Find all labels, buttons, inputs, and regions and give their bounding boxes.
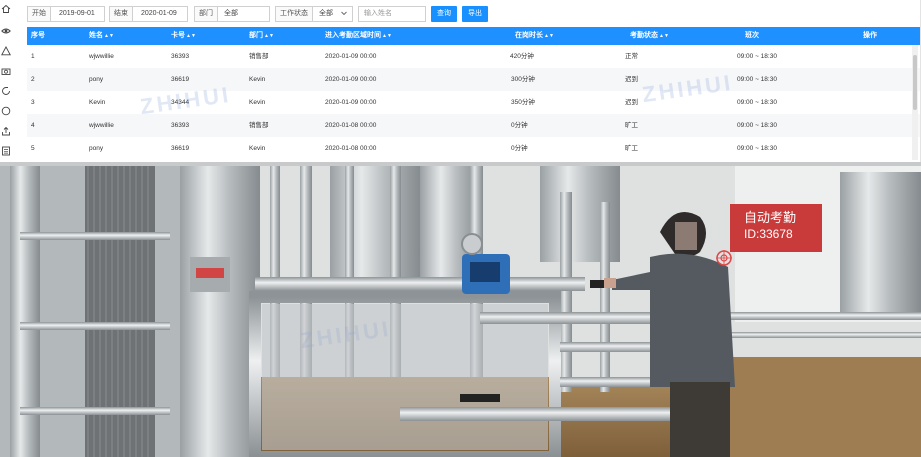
cell-entry-time: 2020-01-08 00:00 [325,145,377,152]
end-date-field[interactable]: 结束 2020-01-09 [109,6,188,22]
col-header-card[interactable]: 卡号▲▼ [171,27,196,45]
cell-dept: Kevin [249,76,266,83]
cell-name: wjwwillie [89,53,114,60]
col-header-entry-time[interactable]: 进入考勤区域时间▲▼ [325,27,392,45]
table-row[interactable]: 4 wjwwillie 36393 销售部 2020-01-08 00:00 0… [27,114,920,137]
badge-id: ID:33678 [744,227,793,241]
cell-status: 迟到 [625,99,638,106]
cell-duration: 350分钟 [511,99,535,106]
cell-status: 旷工 [625,122,638,129]
sort-icon: ▲▼ [382,33,392,39]
cell-dept: Kevin [249,145,266,152]
col-header-duration[interactable]: 在岗时长▲▼ [515,27,554,45]
table-header: 序号 姓名▲▼ 卡号▲▼ 部门▲▼ 进入考勤区域时间▲▼ 在岗时长▲▼ 考勤状态… [27,27,920,45]
col-header-actions: 操作 [863,32,877,39]
query-button[interactable]: 查询 [431,6,457,22]
camera-feed: 自动考勤 ID:33678 ZHIHUI [0,162,921,457]
attendance-panel: 开始 2019-09-01 结束 2020-01-09 部门 全部 工作状态 全… [12,0,921,163]
department-value: 全部 [224,10,238,17]
refresh-icon[interactable] [1,86,11,96]
cell-status: 迟到 [625,76,638,83]
camera-icon[interactable] [1,66,11,76]
sort-icon: ▲▼ [544,33,554,39]
col-header-shift[interactable]: 班次 [745,27,759,45]
cell-card: 36619 [171,145,190,152]
end-date-label: 结束 [110,7,133,21]
start-date-value: 2019-09-01 [59,10,95,17]
name-search-input[interactable]: 输入姓名 [358,6,426,22]
sort-icon: ▲▼ [264,33,274,39]
sort-icon: ▲▼ [659,33,669,39]
work-status-value: 全部 [319,10,333,17]
cell-index: 1 [31,53,35,60]
cell-name: pony [89,145,104,152]
auto-attendance-badge: 自动考勤 ID:33678 [730,204,822,252]
eye-icon[interactable] [1,26,11,36]
badge-title: 自动考勤 [744,210,797,225]
table-row[interactable]: 2 pony 36619 Kevin 2020-01-09 00:00 300分… [27,68,920,91]
circle-icon[interactable] [1,106,11,116]
cell-index: 2 [31,76,35,83]
cell-name: pony [89,76,104,83]
cell-card: 34344 [171,99,190,106]
cell-dept: Kevin [249,99,266,106]
cell-duration: 0分钟 [511,145,528,152]
cell-entry-time: 2020-01-09 00:00 [325,76,377,83]
start-date-field[interactable]: 开始 2019-09-01 [27,6,105,22]
scrollbar-thumb[interactable] [913,55,917,110]
cell-card: 36393 [171,53,190,60]
cell-name: wjwwillie [89,122,114,129]
cell-entry-time: 2020-01-09 00:00 [325,99,377,106]
cell-entry-time: 2020-01-08 00:00 [325,122,377,129]
department-label: 部门 [195,7,218,21]
cell-index: 4 [31,122,35,129]
cell-duration: 420分钟 [510,53,534,60]
table-scrollbar[interactable] [912,45,918,160]
cell-dept: 销售部 [249,53,269,60]
export-button[interactable]: 导出 [462,6,488,22]
cell-index: 3 [31,99,35,106]
chevron-down-icon [340,9,348,17]
cell-shift: 09:00 ~ 18:30 [737,122,777,129]
work-status-label: 工作状态 [276,7,313,21]
cell-entry-time: 2020-01-09 00:00 [325,53,377,60]
end-date-value: 2020-01-09 [141,10,177,17]
cell-shift: 09:00 ~ 18:30 [737,145,777,152]
cell-card: 36393 [171,122,190,129]
sort-icon: ▲▼ [186,33,196,39]
start-date-label: 开始 [28,7,51,21]
cell-dept: 销售部 [249,122,269,129]
cell-status: 旷工 [625,145,638,152]
col-header-name[interactable]: 姓名▲▼ [89,27,114,45]
col-header-status[interactable]: 考勤状态▲▼ [630,27,669,45]
list-icon[interactable] [1,146,11,156]
department-select[interactable]: 部门 全部 [194,6,270,22]
warning-icon[interactable] [1,46,11,56]
col-header-index[interactable]: 序号 [31,27,45,45]
cell-name: Kevin [89,99,106,106]
home-icon[interactable] [1,4,11,14]
col-header-dept[interactable]: 部门▲▼ [249,27,274,45]
cell-index: 5 [31,145,35,152]
sort-icon: ▲▼ [104,33,114,39]
cell-status: 正常 [625,53,638,60]
cell-card: 36619 [171,76,190,83]
cell-shift: 09:00 ~ 18:30 [737,99,777,106]
cell-shift: 09:00 ~ 18:30 [737,53,777,60]
work-status-select[interactable]: 工作状态 全部 [275,6,353,22]
cell-duration: 300分钟 [511,76,535,83]
table-row[interactable]: 1 wjwwillie 36393 销售部 2020-01-09 00:00 4… [27,45,920,68]
cell-shift: 09:00 ~ 18:30 [737,76,777,83]
table-row[interactable]: 3 Kevin 34344 Kevin 2020-01-09 00:00 350… [27,91,920,114]
cell-duration: 0分钟 [511,122,528,129]
table-row[interactable]: 5 pony 36619 Kevin 2020-01-08 00:00 0分钟 … [27,137,920,160]
upload-icon[interactable] [1,126,11,136]
